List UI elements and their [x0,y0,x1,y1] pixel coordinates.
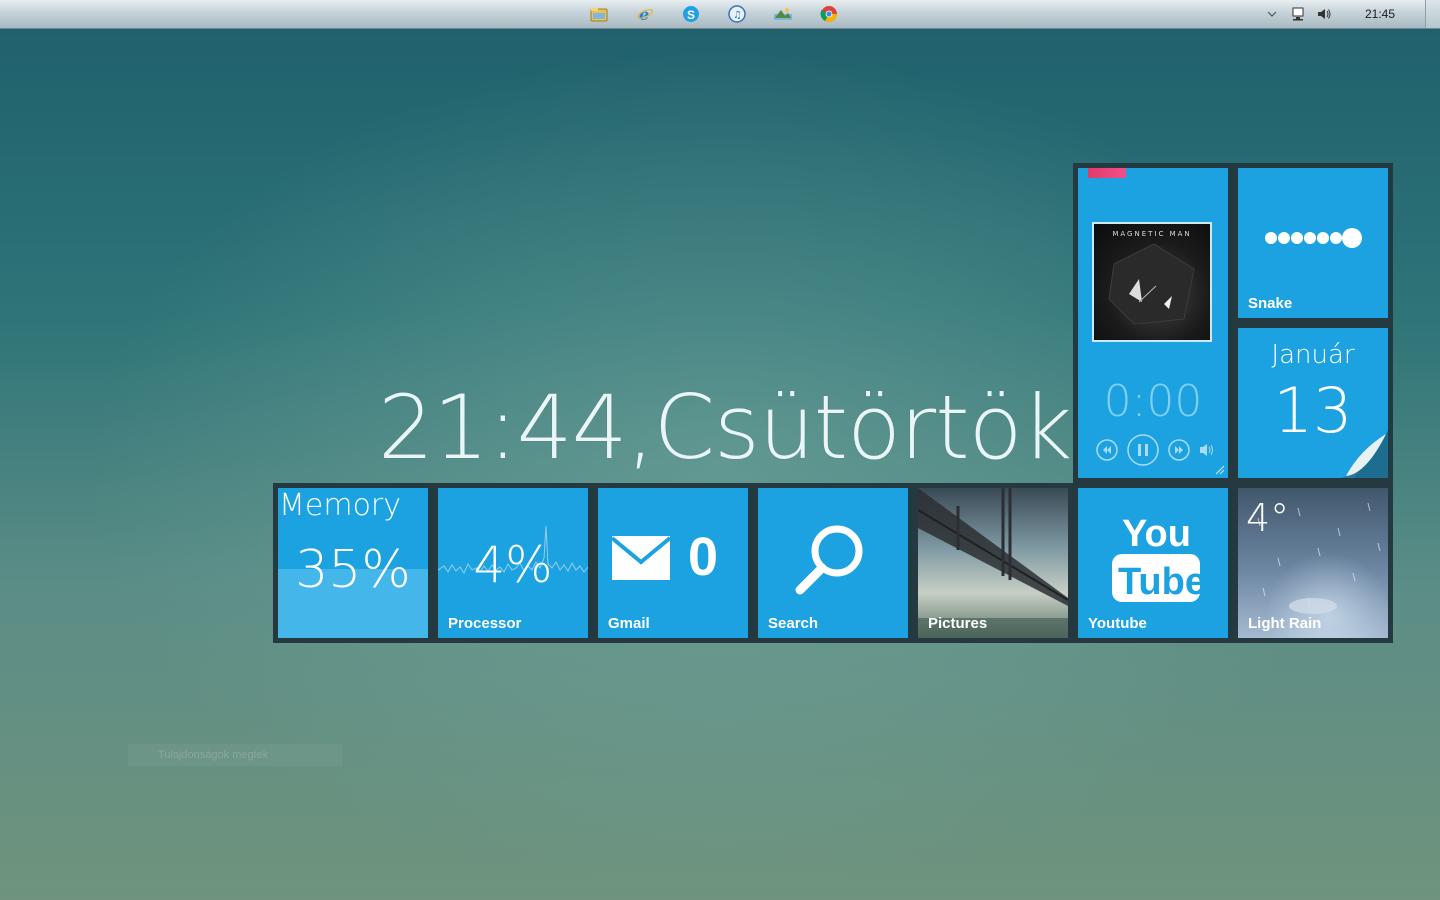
processor-value: 4% [473,536,553,594]
volume-icon[interactable] [1313,3,1335,25]
youtube-logo-top: You [1122,513,1191,555]
search-label: Search [768,615,819,632]
snake-tile[interactable]: Snake [1238,168,1388,318]
gmail-unread-count: 0 [688,527,719,587]
youtube-logo-bottom: Tube [1118,561,1200,603]
desktop-faint-field: Tulajdonságok megtek [128,744,342,766]
snake-label: Snake [1248,295,1293,312]
taskbar: e S ♫ 21:45 [0,0,1440,29]
search-icon [795,525,863,595]
search-tile[interactable]: Search [758,488,908,638]
calendar-tile[interactable]: Január 13 [1238,328,1388,478]
weather-label: Light Rain [1248,615,1322,632]
memory-value: 35% [295,540,411,600]
music-player-tile[interactable]: MAGNETIC MAN 0:00 [1078,168,1228,478]
gmail-tile[interactable]: 0 Gmail [598,488,748,638]
system-tray: 21:45 [1257,0,1440,28]
gmail-label: Gmail [608,615,650,632]
svg-text:S: S [687,8,695,22]
pause-icon[interactable] [1127,434,1159,466]
calendar-month: Január [1271,340,1355,370]
processor-tile[interactable]: 4% Processor [438,488,588,638]
fast-forward-icon[interactable] [1168,439,1190,461]
weather-tile[interactable]: 4° Light Rain [1238,488,1388,638]
photo-gallery-icon[interactable] [770,3,796,25]
explorer-icon[interactable] [586,3,612,25]
youtube-label: Youtube [1088,615,1147,632]
svg-text:e: e [639,5,649,23]
svg-text:♫: ♫ [733,10,742,21]
pictures-label: Pictures [928,615,988,632]
music-controls [1096,434,1213,466]
skype-icon[interactable]: S [678,3,704,25]
itunes-icon[interactable]: ♫ [724,3,750,25]
music-elapsed-time: 0:00 [1103,376,1203,427]
page-curl-icon [1340,430,1388,478]
mail-envelope-icon [612,536,672,580]
pictures-tile[interactable]: Pictures [918,488,1068,638]
rewind-icon[interactable] [1096,439,1118,461]
show-hidden-icons-chevron-icon[interactable] [1261,3,1283,25]
network-icon[interactable] [1287,3,1309,25]
resize-grip-icon [1215,465,1225,475]
weather-temperature: 4° [1246,496,1290,540]
youtube-logo-icon: You Tube [1112,513,1200,603]
memory-title: Memory [279,488,402,523]
taskbar-clock[interactable]: 21:45 [1335,7,1425,21]
music-volume-icon[interactable] [1200,444,1213,456]
youtube-tile[interactable]: You Tube Youtube [1078,488,1228,638]
album-art: MAGNETIC MAN [1092,222,1212,342]
music-accent-bar [1088,168,1126,178]
memory-tile[interactable]: Memory 35% [278,488,428,638]
internet-explorer-icon[interactable]: e [632,3,658,25]
show-desktop-button[interactable] [1425,0,1440,28]
processor-label: Processor [448,615,522,632]
desktop-big-clock: 21:44,Csütörtök [378,376,1072,479]
chrome-icon[interactable] [816,3,842,25]
taskbar-pinned-apps: e S ♫ [586,3,862,25]
